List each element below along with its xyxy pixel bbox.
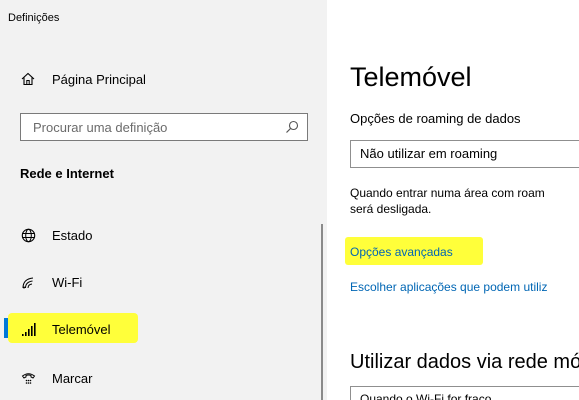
sidebar-item-label: Telemóvel — [52, 321, 111, 337]
sidebar-item-telemovel[interactable]: Telemóvel — [20, 318, 111, 340]
choose-apps-link[interactable]: Escolher aplicações que podem utiliz — [350, 280, 547, 294]
selected-indicator — [4, 318, 8, 338]
globe-icon — [20, 227, 36, 243]
section-title: Rede e Internet — [20, 166, 114, 181]
wifi-icon — [20, 274, 36, 290]
home-link[interactable]: Página Principal — [20, 69, 146, 89]
roaming-description: Quando entrar numa área com roam será de… — [350, 185, 545, 217]
sidebar-item-marcar[interactable]: Marcar — [20, 367, 92, 389]
dial-up-icon — [20, 370, 36, 386]
home-label: Página Principal — [52, 71, 146, 87]
cellular-data-title: Utilizar dados via rede mó — [350, 351, 579, 373]
roaming-description-line: Quando entrar numa área com roam — [350, 186, 545, 200]
search-box[interactable] — [20, 113, 308, 141]
app-title: Definições — [8, 12, 60, 24]
sidebar-item-label: Wi-Fi — [52, 274, 83, 290]
search-icon[interactable] — [285, 120, 299, 134]
roaming-dropdown[interactable]: Não utilizar em roaming — [350, 140, 579, 168]
sidebar-item-label: Marcar — [52, 370, 93, 386]
main-content: Telemóvel Opções de roaming de dados Não… — [327, 0, 579, 400]
page-title: Telemóvel — [350, 62, 472, 92]
advanced-options-link[interactable]: Opções avançadas — [350, 245, 453, 259]
sidebar-item-wifi[interactable]: Wi-Fi — [20, 271, 82, 293]
cellular-data-dropdown[interactable]: Quando o Wi-Fi for fraco — [350, 386, 579, 400]
sidebar: Definições Página Principal Rede e Inter… — [0, 0, 327, 400]
roaming-label: Opções de roaming de dados — [350, 111, 521, 126]
sidebar-item-label: Estado — [52, 227, 93, 243]
home-icon — [20, 71, 36, 87]
sidebar-scrollbar[interactable] — [321, 224, 323, 400]
sidebar-item-estado[interactable]: Estado — [20, 224, 92, 246]
search-input[interactable] — [21, 114, 283, 140]
roaming-description-line: será desligada. — [350, 202, 432, 216]
cellular-signal-icon — [20, 321, 36, 337]
